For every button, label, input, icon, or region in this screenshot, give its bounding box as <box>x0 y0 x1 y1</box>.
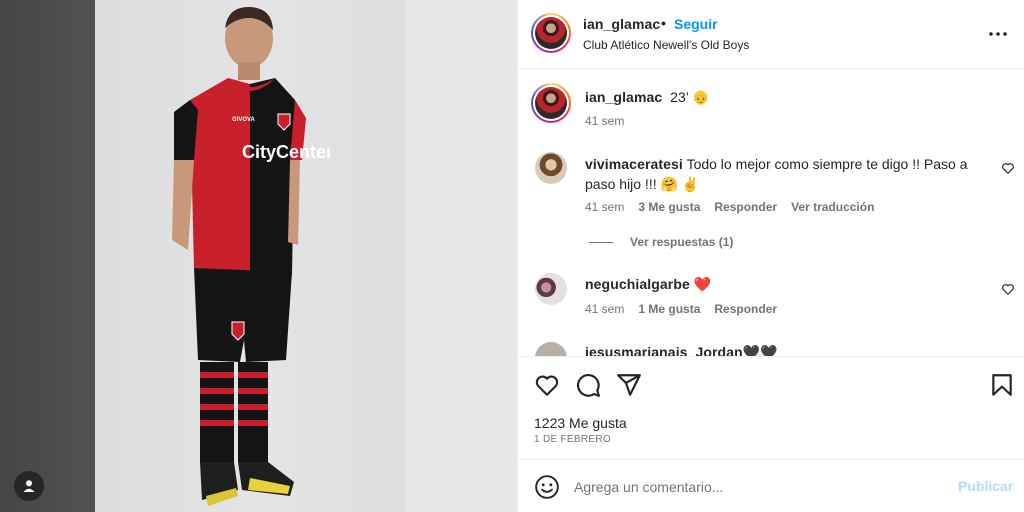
bookmark-icon[interactable] <box>989 372 1015 398</box>
comment-username[interactable]: jesusmarianais_Jordan🖤🖤 <box>585 344 778 356</box>
comment-meta: 41 sem 1 Me gusta Responder <box>585 302 777 316</box>
comment-item: neguchialgarbe ❤️ <box>585 276 711 293</box>
comment-item: vivimaceratesi Todo lo mejor como siempr… <box>585 154 980 194</box>
replies-divider <box>589 241 613 243</box>
add-comment-bar: Publicar <box>518 459 1024 512</box>
caption-time[interactable]: 41 sem <box>585 114 624 128</box>
more-horizontal-icon[interactable] <box>986 24 1010 44</box>
emoji-icon[interactable] <box>534 474 560 500</box>
author-avatar[interactable] <box>531 13 571 53</box>
heart-icon[interactable] <box>534 372 560 398</box>
player-figure: CityCenter GIVOVA <box>172 6 330 506</box>
author-username[interactable]: ian_glamac <box>583 16 660 32</box>
caption: ian_glamac 23’ 👴 <box>585 89 710 106</box>
comment-input[interactable] <box>574 474 944 500</box>
reply-button[interactable]: Responder <box>714 200 777 214</box>
post-header: ian_glamac • Seguir Club Atlético Newell… <box>518 0 1024 69</box>
post-photo[interactable]: CityCenter GIVOVA <box>0 0 517 512</box>
caption-text: 23’ 👴 <box>670 89 710 105</box>
comment-username[interactable]: vivimaceratesi <box>585 156 683 172</box>
view-replies-label: Ver respuestas (1) <box>630 235 734 249</box>
post-details-panel: ian_glamac • Seguir Club Atlético Newell… <box>517 0 1024 512</box>
caption-avatar[interactable] <box>531 83 571 123</box>
comment-time[interactable]: 41 sem <box>585 200 624 214</box>
comment-likes[interactable]: 3 Me gusta <box>638 200 700 214</box>
comment-time[interactable]: 41 sem <box>585 302 624 316</box>
reply-button[interactable]: Responder <box>714 302 777 316</box>
comment-icon[interactable] <box>575 372 601 398</box>
caption-username[interactable]: ian_glamac <box>585 89 662 105</box>
comment-item: jesusmarianais_Jordan🖤🖤 <box>585 344 778 356</box>
comment-username[interactable]: neguchialgarbe <box>585 276 690 292</box>
comments-list[interactable]: ian_glamac 23’ 👴 41 sem vivimaceratesi T… <box>518 70 1024 356</box>
caption-meta: 41 sem <box>585 114 624 128</box>
comment-avatar[interactable] <box>535 273 567 305</box>
post-location[interactable]: Club Atlético Newell's Old Boys <box>583 38 749 52</box>
publish-button[interactable]: Publicar <box>958 478 1013 494</box>
post-actions: 1223 Me gusta 1 DE FEBRERO <box>518 356 1024 459</box>
user-icon <box>23 480 35 492</box>
comment-meta: 41 sem 3 Me gusta Responder Ver traducción <box>585 200 874 214</box>
comment-like-icon[interactable] <box>1001 161 1015 175</box>
jersey-sponsor-text: CityCenter <box>242 142 330 162</box>
tagged-user-button[interactable] <box>14 471 44 501</box>
follow-button[interactable]: Seguir <box>674 16 718 32</box>
comment-text: ❤️ <box>693 276 712 292</box>
comment-likes[interactable]: 1 Me gusta <box>638 302 700 316</box>
share-icon[interactable] <box>616 372 642 398</box>
likes-count[interactable]: 1223 Me gusta <box>534 415 627 431</box>
comment-like-icon[interactable] <box>1001 282 1015 296</box>
comment-avatar[interactable] <box>535 342 567 356</box>
translate-button[interactable]: Ver traducción <box>791 200 874 214</box>
post-date[interactable]: 1 DE FEBRERO <box>534 434 611 445</box>
separator-dot: • <box>661 15 666 31</box>
photo-light-edge <box>405 0 517 512</box>
jersey-brand-text: GIVOVA <box>232 117 256 123</box>
comment-avatar[interactable] <box>535 152 567 184</box>
view-replies-button[interactable]: Ver respuestas (1) <box>589 235 733 249</box>
photo-dark-edge <box>0 0 95 512</box>
